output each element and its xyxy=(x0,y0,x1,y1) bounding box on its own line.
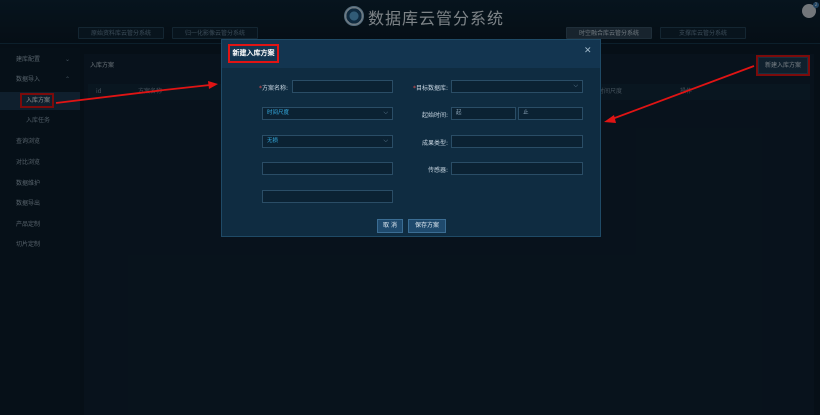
arrow-line-sidebar xyxy=(55,89,165,104)
arrow-line-button xyxy=(611,65,755,120)
arrow-line-sidebar-2 xyxy=(163,84,211,91)
annotation-arrows xyxy=(55,65,755,123)
arrow-head-button xyxy=(604,115,616,123)
